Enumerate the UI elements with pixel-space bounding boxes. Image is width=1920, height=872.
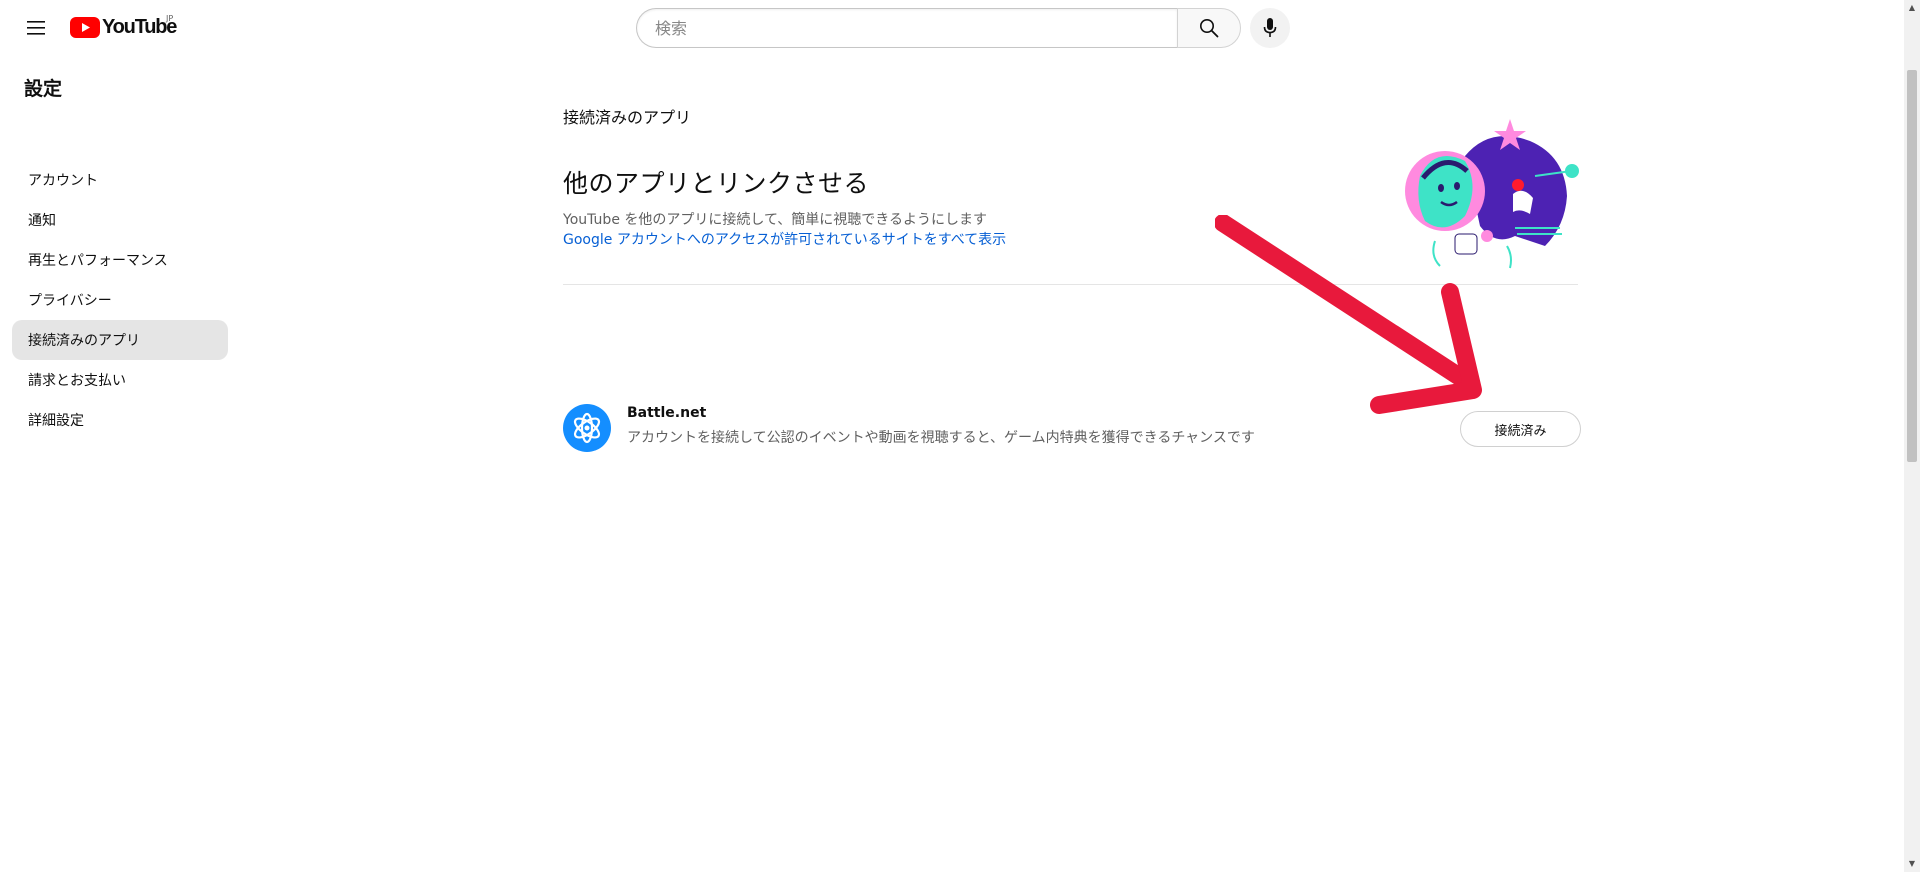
sidebar-item-label: プライバシー xyxy=(28,293,112,309)
settings-sidebar: 設定 アカウント 通知 再生とパフォーマンス プライバシー 接続済みのアプリ 請… xyxy=(0,56,240,872)
sidebar-item-notifications[interactable]: 通知 xyxy=(12,200,228,240)
youtube-play-icon xyxy=(70,16,100,38)
masthead: YouTube JP xyxy=(0,0,1904,56)
page-scrollbar[interactable]: ▲ ▼ xyxy=(1904,0,1920,872)
connected-button[interactable]: 接続済み xyxy=(1460,411,1581,447)
sidebar-item-advanced[interactable]: 詳細設定 xyxy=(12,400,228,440)
search-input[interactable] xyxy=(653,17,1177,39)
sidebar-item-label: 接続済みのアプリ xyxy=(28,333,140,349)
sidebar-item-account[interactable]: アカウント xyxy=(12,160,228,200)
scrollbar-thumb[interactable] xyxy=(1907,70,1917,462)
battlenet-icon xyxy=(563,404,611,452)
sidebar-item-label: 詳細設定 xyxy=(28,413,84,429)
google-account-sites-link[interactable]: Google アカウントへのアクセスが許可されているサイトをすべて表示 xyxy=(563,229,1006,249)
sidebar-item-connected-apps[interactable]: 接続済みのアプリ xyxy=(12,320,228,360)
scroll-up-icon[interactable]: ▲ xyxy=(1907,2,1917,12)
page-description: YouTube を他のアプリに接続して、簡単に視聴できるようにします xyxy=(563,212,987,228)
app-description: アカウントを接続して公認のイベントや動画を視聴すると、ゲーム内特典を獲得できるチ… xyxy=(627,430,1255,446)
sidebar-item-playback[interactable]: 再生とパフォーマンス xyxy=(12,240,228,280)
sidebar-title: 設定 xyxy=(24,78,63,100)
sidebar-item-billing[interactable]: 請求とお支払い xyxy=(12,360,228,400)
section-label: 接続済みのアプリ xyxy=(563,108,692,127)
page-headline: 他のアプリとリンクさせる xyxy=(563,169,870,198)
sidebar-item-label: 再生とパフォーマンス xyxy=(28,253,168,269)
app-name: Battle.net xyxy=(627,405,707,421)
region-code: JP xyxy=(166,14,174,23)
microphone-icon xyxy=(1263,18,1277,37)
menu-icon[interactable] xyxy=(20,12,52,44)
red-arrow-annotation xyxy=(1215,215,1482,414)
sidebar-item-privacy[interactable]: プライバシー xyxy=(12,280,228,320)
sidebar-item-label: 通知 xyxy=(28,213,56,229)
search-icon xyxy=(1200,19,1219,38)
search-box[interactable] xyxy=(636,8,1177,48)
voice-search-button[interactable] xyxy=(1250,8,1290,48)
sidebar-item-label: 請求とお支払い xyxy=(28,373,126,389)
search-button[interactable] xyxy=(1177,8,1241,48)
sidebar-item-label: アカウント xyxy=(28,173,98,189)
youtube-logo[interactable]: YouTube xyxy=(70,15,177,39)
scroll-down-icon[interactable]: ▼ xyxy=(1907,858,1917,868)
